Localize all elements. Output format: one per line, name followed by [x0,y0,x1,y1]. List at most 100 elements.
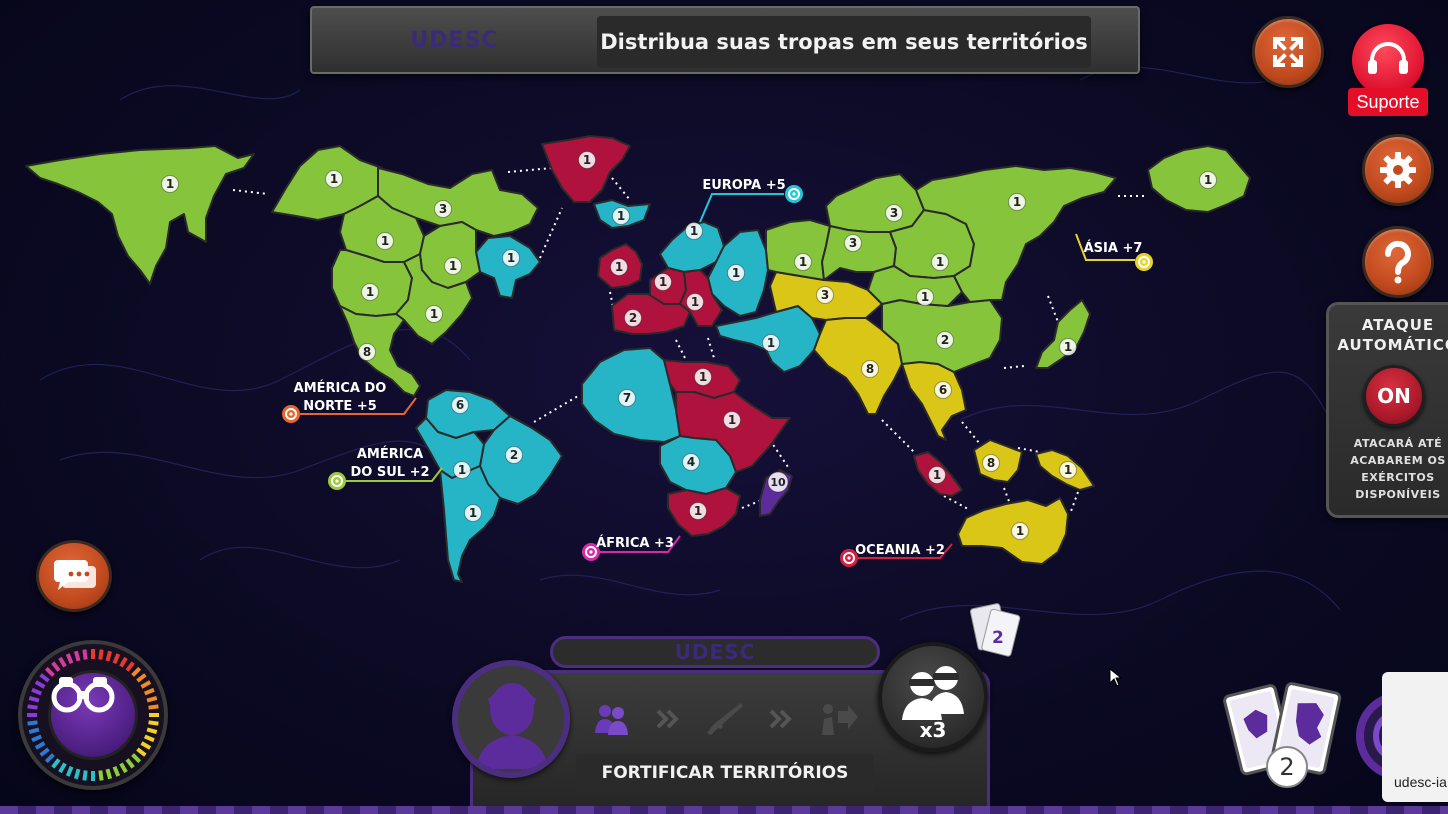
support-button[interactable]: Suporte [1348,24,1428,120]
troop-count: 1 [933,468,941,482]
territory-groenlandia[interactable] [541,135,631,203]
troop-marker-argelia[interactable]: 7 [618,389,636,407]
troop-count: 1 [330,172,338,186]
continent-asia[interactable]: ÁSIA +7 [1075,233,1153,271]
troop-marker-mackenzie[interactable]: 1 [325,170,343,188]
continent-label: AMÉRICA [357,446,423,462]
troop-marker-groenlandia[interactable]: 1 [578,151,596,169]
troop-marker-portugal[interactable]: 2 [624,309,642,327]
territory-omsk[interactable] [765,219,831,281]
troop-marker-alaska[interactable]: 1 [161,175,179,193]
troop-marker-china[interactable]: 2 [936,331,954,349]
dial-tick [98,649,104,660]
troop-marker-siberia[interactable]: 3 [844,234,862,252]
troop-marker-argentina[interactable]: 1 [464,504,482,522]
troop-marker-mongolia[interactable]: 1 [916,288,934,306]
troop-marker-islandia[interactable]: 1 [612,207,630,225]
troop-marker-omsk[interactable]: 1 [794,253,812,271]
end-phase-button[interactable]: FORTIFICAR TERRITÓRIOS [576,754,874,792]
troop-marker-aral[interactable]: 3 [816,286,834,304]
troop-marker-ottawa[interactable]: 1 [376,232,394,250]
troop-marker-madagascar[interactable]: 10 [767,471,789,493]
troop-marker-japao[interactable]: 1 [1059,338,1077,356]
troop-marker-kamchatka[interactable]: 1 [1199,171,1217,189]
dial-tick [140,680,152,689]
binoculars-icon [51,677,115,713]
troop-marker-borneo[interactable]: 8 [982,454,1000,472]
troop-marker-nova-york[interactable]: 1 [425,305,443,323]
rifle-icon [707,703,743,735]
troop-marker-africa-do-sul[interactable]: 1 [689,502,707,520]
troop-marker-vietna[interactable]: 6 [934,381,952,399]
fullscreen-button[interactable] [1252,16,1324,88]
troop-marker-australia[interactable]: 1 [1011,522,1029,540]
troop-count: 3 [890,206,898,220]
spy-dial[interactable] [18,640,168,790]
troop-marker-vancouver[interactable]: 3 [434,200,452,218]
troop-marker-congo[interactable]: 4 [682,453,700,471]
dial-tick [105,650,113,662]
troop-marker-peru[interactable]: 1 [453,461,471,479]
cards-hand-count: 2 [1266,746,1308,788]
dial-tick [58,656,67,668]
bottom-decorative-bar [0,806,1448,814]
troop-marker-ottawa-sul[interactable]: 1 [444,257,462,275]
dial-tick [105,768,113,780]
auto-attack-panel: ATAQUE AUTOMÁTICO ON ATACARÁ ATÉ ACABARE… [1326,302,1448,518]
dial-tick [125,758,135,769]
chevron-right-icon [656,709,679,729]
troop-marker-suecia[interactable]: 1 [685,222,703,240]
continent-oceania[interactable]: OCEANIA +2 [840,543,953,567]
troop-count: 1 [694,504,702,518]
troop-marker-india[interactable]: 8 [861,360,879,378]
troop-marker-dudinka[interactable]: 3 [885,204,903,222]
territory-kamchatka[interactable] [1147,145,1251,213]
troop-marker-brasil[interactable]: 2 [505,446,523,464]
cards-hand-button[interactable]: 2 [1222,676,1346,788]
continent-label: DO SUL +2 [350,465,429,480]
troop-marker-egito[interactable]: 1 [694,368,712,386]
troop-marker-california[interactable]: 1 [361,283,379,301]
troop-marker-labrador[interactable]: 1 [502,249,520,267]
continent-europe[interactable]: EUROPA +5 [699,178,803,223]
chevron-right-icon [769,709,792,729]
troop-count: 1 [458,463,466,477]
troop-marker-sumatra[interactable]: 1 [928,466,946,484]
chat-button[interactable] [36,540,112,612]
troop-count: 1 [166,177,174,191]
auto-attack-title: ATAQUE AUTOMÁTICO [1337,316,1448,354]
mouse-cursor-icon [1109,668,1123,687]
cards-indicator[interactable]: 2 [968,602,1028,668]
dial-tick [28,695,40,703]
troop-marker-oriente-medio[interactable]: 1 [762,334,780,352]
auto-attack-toggle[interactable]: ON [1363,365,1425,427]
troop-marker-inglaterra[interactable]: 1 [610,258,628,276]
troop-marker-vladivostok[interactable]: 1 [1008,193,1026,211]
dial-tick [119,762,128,774]
territory-alaska[interactable] [25,145,255,285]
territory-japao[interactable] [1035,299,1091,369]
territory-labrador[interactable] [475,235,541,299]
troop-marker-mexico[interactable]: 8 [358,343,376,361]
help-button[interactable] [1362,226,1434,298]
troop-marker-tchita[interactable]: 1 [931,253,949,271]
continent-south-america[interactable]: AMÉRICA DO SUL +2 [328,446,443,490]
troop-marker-sudao[interactable]: 1 [723,411,741,429]
chat-icon [54,560,96,590]
territory-dudinka[interactable] [825,173,925,233]
troop-marker-nova-guine[interactable]: 1 [1059,461,1077,479]
settings-button[interactable] [1362,134,1434,206]
continent-africa[interactable]: ÁFRICA +3 [582,535,681,561]
dial-tick [148,704,159,710]
troop-marker-polonia[interactable]: 1 [686,293,704,311]
troop-count: 1 [691,295,699,309]
troop-marker-alemanha[interactable]: 1 [654,273,672,291]
territory-vietna[interactable] [901,361,967,441]
troop-count: 3 [821,288,829,302]
continent-north-america[interactable]: AMÉRICA DO NORTE +5 [282,380,417,423]
troop-count: 1 [767,336,775,350]
troop-marker-moscou[interactable]: 1 [727,264,745,282]
troop-count: 2 [941,333,949,347]
troop-marker-colombia[interactable]: 6 [451,396,469,414]
troop-count: 1 [732,266,740,280]
